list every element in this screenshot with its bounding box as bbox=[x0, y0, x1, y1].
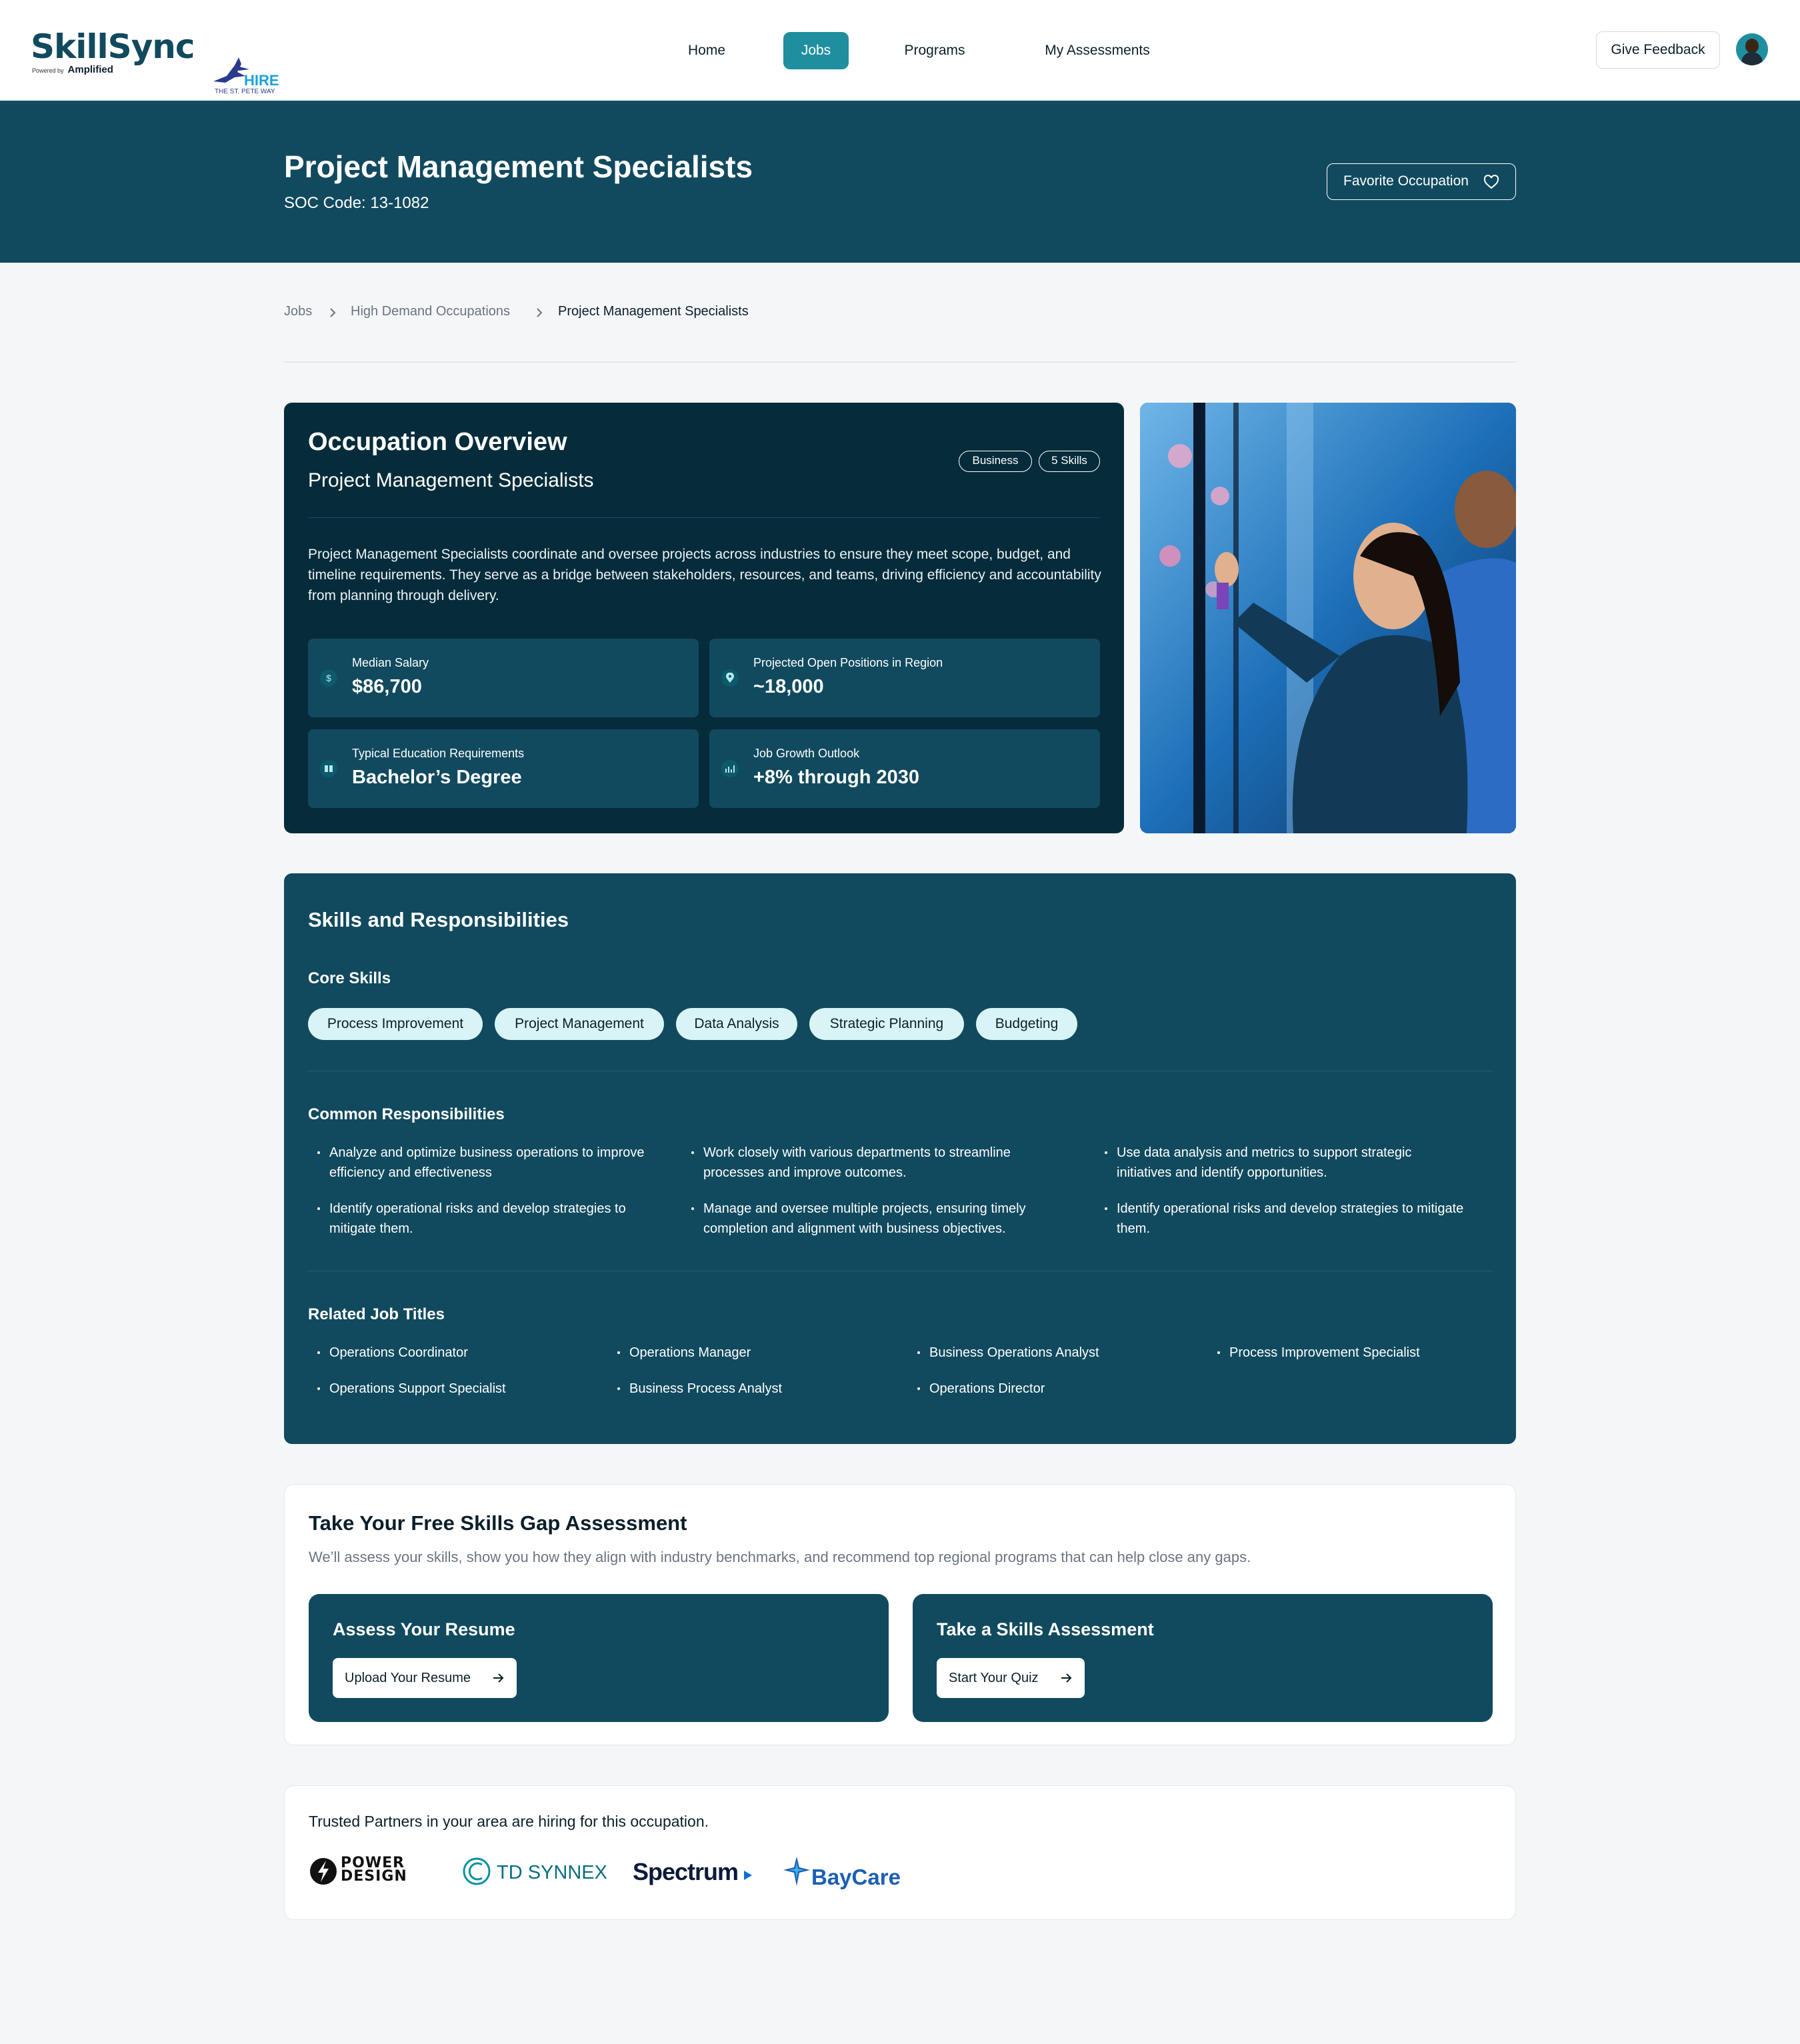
skill-chip: Process Improvement bbox=[308, 1008, 483, 1040]
responsibilities-heading: Common Responsibilities bbox=[308, 1105, 505, 1123]
stat-job-growth: Job Growth Outlook +8% through 2030 bbox=[709, 729, 1100, 808]
breadcrumb-high-demand[interactable]: High Demand Occupations bbox=[351, 304, 510, 319]
skills-responsibilities-panel: Skills and Responsibilities Core Skills … bbox=[284, 873, 1516, 1444]
related-job-title[interactable]: Operations Support Specialist bbox=[308, 1379, 506, 1399]
hire-word: HIRE bbox=[244, 72, 279, 89]
stat-label: Job Growth Outlook bbox=[753, 747, 860, 760]
stat-value: Bachelor’s Degree bbox=[352, 767, 522, 788]
stat-value: +8% through 2030 bbox=[753, 767, 919, 788]
skill-chip: Project Management bbox=[495, 1008, 664, 1040]
logo-wordmark: BayCare bbox=[811, 1865, 901, 1889]
divider bbox=[308, 517, 1100, 518]
core-skills-heading: Core Skills bbox=[308, 969, 391, 987]
skills-assessment-card: Take a Skills Assessment Start Your Quiz bbox=[913, 1594, 1493, 1722]
related-job-title[interactable]: Operations Coordinator bbox=[308, 1343, 468, 1363]
dollar-icon: $ bbox=[320, 669, 337, 687]
book-icon bbox=[320, 760, 337, 777]
baycare-logo: BayCare bbox=[782, 1855, 902, 1895]
arrow-right-icon bbox=[493, 1673, 504, 1683]
logo-wordmark: Spectrum bbox=[633, 1858, 739, 1885]
powered-by-name: Amplified bbox=[67, 64, 113, 75]
hire-tagline: THE ST. PETE WAY bbox=[215, 88, 275, 95]
skills-count-tag: 5 Skills bbox=[1039, 451, 1100, 472]
related-job-title[interactable]: Business Operations Analyst bbox=[908, 1343, 1099, 1363]
trusted-partners: Trusted Partners in your area are hiring… bbox=[284, 1785, 1516, 1920]
overview-subtitle: Project Management Specialists bbox=[308, 469, 594, 491]
stat-open-positions: Projected Open Positions in Region ~18,0… bbox=[709, 639, 1100, 717]
page-title: Project Management Specialists bbox=[284, 149, 753, 184]
stat-label: Median Salary bbox=[352, 656, 429, 669]
occupation-photo bbox=[1140, 403, 1516, 833]
nav-my-assessments[interactable]: My Assessments bbox=[1032, 32, 1163, 69]
skillsync-logo[interactable]: SkillSync Powered by Amplified HIRE THE S… bbox=[31, 27, 279, 95]
related-job-title[interactable]: Operations Manager bbox=[608, 1343, 751, 1363]
nav-programs[interactable]: Programs bbox=[893, 32, 976, 69]
responsibility-item: Work closely with various departments to… bbox=[682, 1143, 1069, 1183]
card-title: Assess Your Resume bbox=[333, 1619, 515, 1639]
skill-chip: Budgeting bbox=[976, 1008, 1077, 1040]
stat-label: Projected Open Positions in Region bbox=[753, 656, 943, 669]
button-label: Upload Your Resume bbox=[345, 1671, 471, 1685]
heart-icon bbox=[1483, 175, 1499, 189]
partners-title: Trusted Partners in your area are hiring… bbox=[309, 1813, 709, 1830]
logo-wordmark: POWER DESIGN bbox=[341, 1855, 407, 1885]
chart-icon bbox=[721, 760, 739, 777]
chevron-right-icon bbox=[330, 308, 336, 317]
favorite-label: Favorite Occupation bbox=[1343, 173, 1469, 189]
button-label: Start Your Quiz bbox=[949, 1671, 1039, 1685]
nav-home[interactable]: Home bbox=[680, 32, 733, 69]
occupation-hero: Project Management Specialists SOC Code:… bbox=[0, 101, 1800, 263]
arrow-right-icon bbox=[1061, 1673, 1072, 1683]
assess-resume-card: Assess Your Resume Upload Your Resume bbox=[309, 1594, 889, 1722]
category-tag: Business bbox=[959, 451, 1032, 472]
stat-value: $86,700 bbox=[352, 676, 422, 697]
overview-title: Occupation Overview bbox=[308, 428, 567, 456]
related-jobs-heading: Related Job Titles bbox=[308, 1305, 445, 1323]
divider bbox=[284, 361, 1516, 363]
upload-resume-button[interactable]: Upload Your Resume bbox=[333, 1658, 517, 1698]
stat-education: Typical Education Requirements Bachelor’… bbox=[308, 729, 699, 808]
related-job-title[interactable]: Operations Director bbox=[908, 1379, 1045, 1399]
stat-label: Typical Education Requirements bbox=[352, 747, 525, 760]
give-feedback-button[interactable]: Give Feedback bbox=[1596, 31, 1720, 69]
card-title: Take a Skills Assessment bbox=[937, 1619, 1154, 1639]
favorite-occupation-button[interactable]: Favorite Occupation bbox=[1327, 163, 1516, 200]
assessment-title: Take Your Free Skills Gap Assessment bbox=[309, 1511, 687, 1535]
avatar[interactable] bbox=[1736, 33, 1768, 65]
map-pin-icon bbox=[721, 669, 739, 687]
td-synnex-logo: TD SYNNEX bbox=[462, 1855, 609, 1895]
skill-chip: Strategic Planning bbox=[809, 1008, 964, 1040]
soc-code: SOC Code: 13-1082 bbox=[284, 194, 429, 212]
stat-value: ~18,000 bbox=[753, 676, 824, 697]
skill-chip: Data Analysis bbox=[676, 1008, 797, 1040]
responsibility-item: Manage and oversee multiple projects, en… bbox=[682, 1199, 1069, 1239]
breadcrumb-current: Project Management Specialists bbox=[558, 304, 749, 319]
stat-median-salary: $ Median Salary $86,700 bbox=[308, 639, 699, 717]
chevron-right-icon bbox=[537, 308, 543, 317]
skills-title: Skills and Responsibilities bbox=[308, 908, 569, 931]
responsibility-item: Use data analysis and metrics to support… bbox=[1095, 1143, 1469, 1183]
responsibility-item: Analyze and optimize business operations… bbox=[308, 1143, 668, 1183]
logo-wordmark: TD SYNNEX bbox=[497, 1862, 607, 1883]
powered-by-label: Powered by bbox=[32, 67, 64, 74]
power-design-logo: POWER DESIGN bbox=[309, 1855, 435, 1895]
occupation-overview-card: Occupation Overview Project Management S… bbox=[284, 403, 1124, 833]
top-navigation: SkillSync Powered by Amplified HIRE THE S… bbox=[0, 0, 1800, 100]
related-job-title[interactable]: Business Process Analyst bbox=[608, 1379, 782, 1399]
breadcrumb-jobs[interactable]: Jobs bbox=[284, 304, 312, 319]
skills-gap-assessment: Take Your Free Skills Gap Assessment We’… bbox=[284, 1484, 1516, 1745]
nav-jobs[interactable]: Jobs bbox=[783, 32, 849, 69]
spectrum-logo: Spectrum bbox=[633, 1855, 753, 1895]
occupation-description: Project Management Specialists coordinat… bbox=[308, 547, 1101, 603]
responsibility-item: Identify operational risks and develop s… bbox=[1095, 1199, 1469, 1239]
powered-by: Powered by Amplified bbox=[32, 64, 113, 75]
hire-logo: HIRE THE ST. PETE WAY bbox=[212, 56, 279, 99]
brand-name: SkillSync bbox=[31, 27, 195, 66]
start-quiz-button[interactable]: Start Your Quiz bbox=[937, 1658, 1085, 1698]
related-job-title[interactable]: Process Improvement Specialist bbox=[1208, 1343, 1420, 1363]
responsibility-item: Identify operational risks and develop s… bbox=[308, 1199, 668, 1239]
assessment-description: We’ll assess your skills, show you how t… bbox=[309, 1549, 1251, 1565]
